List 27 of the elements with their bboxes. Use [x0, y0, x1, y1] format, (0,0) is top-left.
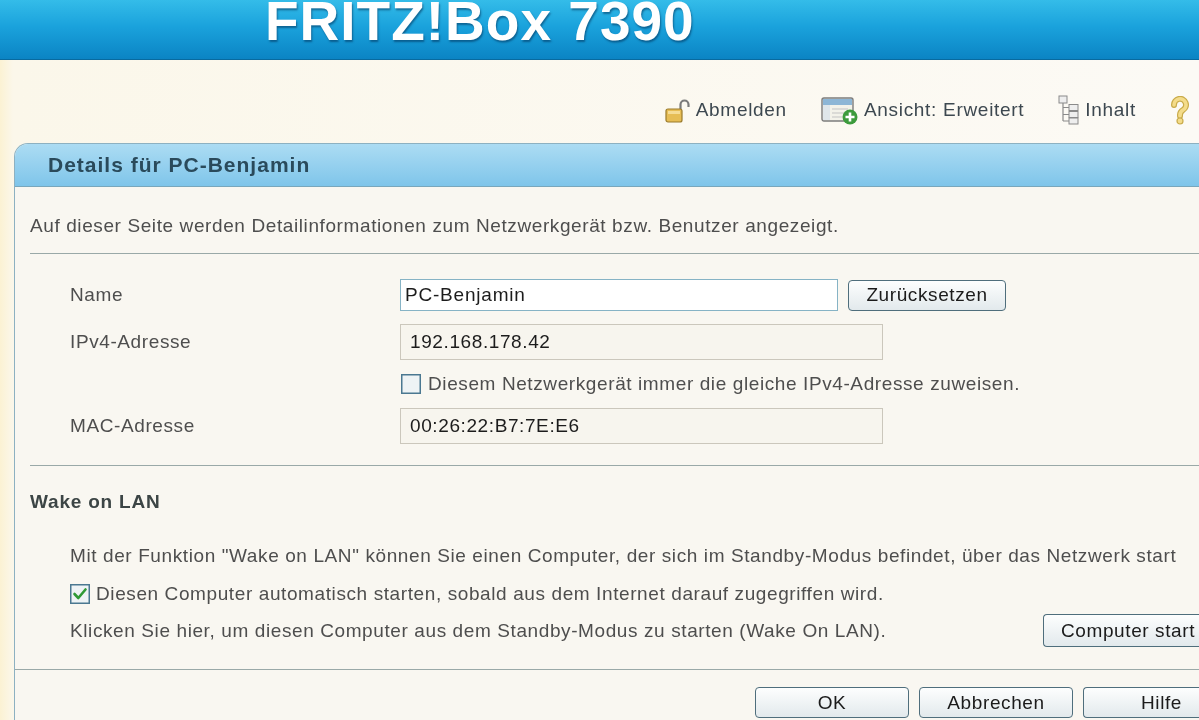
readonly-field[interactable]: 192.168.178.42: [400, 324, 883, 360]
checkbox-label: Diesen Computer automatisch starten, sobald aus dem Internet darauf zugegriffen wird.: [96, 583, 884, 605]
reset-button[interactable]: Zurücksetzen: [848, 279, 1006, 311]
contents-link[interactable]: Inhalt: [1058, 95, 1136, 125]
window-plus-icon: [820, 95, 858, 125]
checkbox[interactable]: [401, 374, 421, 394]
field-label: IPv4-Adresse: [70, 331, 193, 353]
section-heading: Wake on LAN: [30, 490, 162, 514]
logo-text: FRITZ!Box 7390: [265, 0, 695, 49]
checkbox-label: Diesem Netzwerkgerät immer die gleiche IPv4-Adresse zuweisen.: [428, 373, 1021, 395]
intro-text: Auf dieser Seite werden Detailinformationen zum Netzwerkgerät bzw. Benutzer angezeigt.: [30, 214, 840, 238]
name-input[interactable]: PC-Benjamin: [400, 279, 838, 311]
description-text: Mit der Funktion "Wake on LAN" können Sie einen Computer, der sich im Standby-Modus befindet, über das Netzwerk start: [70, 544, 1178, 568]
start-computer-button[interactable]: Computer start: [1043, 614, 1199, 647]
view-mode-link[interactable]: Ansicht: Erweitert: [820, 95, 1025, 125]
readonly-field[interactable]: 00:26:22:B7:7E:E6: [400, 408, 883, 444]
logout-link[interactable]: Abmelden: [664, 97, 787, 123]
cancel-button[interactable]: Abbrechen: [919, 687, 1073, 718]
panel-title: Details für PC-Benjamin: [48, 153, 311, 177]
checkbox[interactable]: [70, 584, 90, 604]
ok-button[interactable]: OK: [755, 687, 909, 718]
tree-icon: [1058, 95, 1080, 125]
hint-text: Klicken Sie hier, um diesen Computer aus dem Standby-Modus zu starten (Wake On LAN).: [70, 619, 887, 642]
padlock-icon: [664, 97, 690, 123]
field-label: Name: [70, 284, 125, 306]
help-button[interactable]: Hilfe: [1083, 687, 1199, 718]
field-label: MAC-Adresse: [70, 415, 196, 437]
